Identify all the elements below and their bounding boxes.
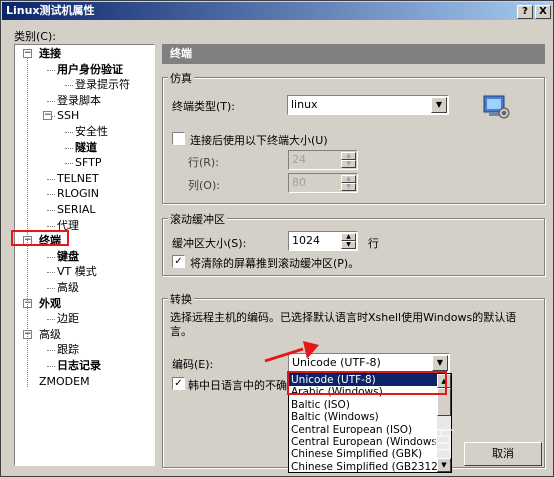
translation-title: 转换 — [168, 291, 194, 307]
window-title: Linux测试机属性 — [6, 4, 95, 17]
rows-value: 24 — [292, 153, 306, 166]
tree-item[interactable]: 安全性 — [75, 125, 108, 139]
tree-item[interactable]: SFTP — [75, 156, 101, 170]
title-bar: Linux测试机属性 ? X — [2, 2, 552, 20]
tree-item[interactable]: SERIAL — [57, 203, 95, 217]
highlight-box-terminal — [11, 230, 69, 246]
tree-item[interactable]: 日志记录 — [57, 359, 101, 373]
rows-label: 行(R): — [188, 156, 219, 169]
cols-spinner[interactable]: 80 ▲ ▼ — [288, 173, 358, 193]
tree-connector — [47, 366, 55, 367]
spin-up-icon[interactable]: ▲ — [341, 152, 356, 160]
tree-connector — [47, 100, 55, 102]
category-tree[interactable]: 连接用户身份验证 登录提示符登录脚本 SSH 安全性隧道 SFTP TELNET RLOGI… — [14, 44, 155, 466]
terminal-type-label: 终端类型(T): — [172, 100, 236, 113]
tree-connector — [47, 194, 55, 196]
tree-connector — [65, 147, 73, 149]
tree-item[interactable]: 登录脚本 — [57, 94, 101, 108]
encoding-label: 编码(E): — [172, 358, 214, 371]
tree-item[interactable]: 外观 — [39, 297, 61, 311]
category-label: 类别(C): — [14, 30, 56, 43]
cancel-button[interactable]: 取消 — [464, 442, 542, 466]
use-size-checkbox[interactable] — [172, 132, 185, 145]
tree-item[interactable]: 用户身份验证 — [57, 63, 123, 77]
panel-header: 终端 — [162, 44, 545, 64]
tree-item[interactable]: TELNET — [57, 172, 99, 186]
scroll-down-icon[interactable]: ▼ — [437, 458, 451, 472]
terminal-type-value: linux — [291, 98, 318, 111]
help-button[interactable]: ? — [517, 5, 533, 19]
translation-desc: 选择远程主机的编码。已选择默认语言时Xshell使用Windows的默认语言。 — [170, 311, 517, 338]
tree-item[interactable]: 连接 — [39, 47, 61, 61]
encoding-option[interactable]: Baltic (ISO) — [289, 399, 451, 411]
spin-down-icon[interactable]: ▼ — [341, 183, 356, 191]
tree-connector — [47, 350, 55, 352]
push-checkbox[interactable]: ✓ — [172, 255, 185, 268]
encoding-option[interactable]: Baltic (Windows) — [289, 411, 451, 423]
tree-item[interactable]: 隧道 — [75, 141, 97, 155]
tree-connector — [47, 225, 55, 227]
tree-connector — [47, 69, 55, 71]
tree-connector — [47, 256, 55, 258]
annotation-arrow — [264, 341, 319, 363]
encoding-option[interactable]: Central European (ISO) — [289, 424, 451, 436]
spin-up-icon[interactable]: ▲ — [341, 175, 356, 183]
buffer-size-value: 1024 — [292, 234, 320, 247]
terminal-settings-icon — [483, 95, 510, 119]
collapse-icon[interactable]: − — [43, 111, 52, 121]
tree-item[interactable]: RLOGIN — [57, 187, 99, 201]
buffer-unit: 行 — [368, 237, 379, 250]
buffer-size-spinner[interactable]: 1024 ▲ ▼ — [288, 231, 358, 251]
tree-item[interactable]: 跟踪 — [57, 343, 79, 357]
use-size-label: 连接后使用以下终端大小(U) — [190, 134, 328, 147]
tree-item[interactable]: VT 模式 — [57, 265, 97, 279]
encoding-option[interactable]: Chinese Simplified (GBK) — [289, 448, 451, 460]
tree-connector — [47, 288, 55, 289]
push-label: 将清除的屏幕推到滚动缓冲区(P)。 — [190, 257, 360, 270]
cols-value: 80 — [292, 176, 306, 189]
tree-item[interactable]: 键盘 — [57, 250, 79, 264]
cols-label: 列(O): — [188, 179, 220, 192]
tree-item[interactable]: SSH — [57, 109, 79, 123]
terminal-type-select[interactable]: linux ▼ — [287, 95, 449, 115]
tree-connector — [47, 319, 55, 321]
watermark: 百 — [429, 427, 456, 457]
tree-connector — [47, 272, 55, 274]
tree-connector — [47, 178, 55, 180]
chevron-down-icon: ▼ — [432, 355, 448, 371]
tree-connector — [27, 57, 28, 387]
spin-down-icon[interactable]: ▼ — [341, 160, 356, 168]
rows-spinner[interactable]: 24 ▲ ▼ — [288, 150, 358, 170]
tree-connector — [65, 163, 73, 165]
tree-connector — [65, 132, 73, 133]
cjk-checkbox[interactable]: ✓ — [172, 377, 185, 390]
tree-item[interactable]: 登录提示符 — [75, 78, 130, 92]
cjk-label: 韩中日语言中的不确 — [188, 379, 287, 392]
spin-up-icon[interactable]: ▲ — [341, 233, 356, 241]
encoding-option[interactable]: Chinese Simplified (GB2312) — [289, 461, 451, 472]
tree-connector — [47, 210, 55, 211]
spin-down-icon[interactable]: ▼ — [341, 241, 356, 249]
tree-item[interactable]: 边距 — [57, 312, 79, 326]
scrollback-title: 滚动缓冲区 — [168, 211, 227, 227]
tree-item[interactable]: ZMODEM — [39, 375, 90, 389]
properties-dialog: Linux测试机属性 ? X 类别(C): 连接 用户身份验证 登录提示符 登录脚本 S… — [0, 0, 554, 477]
encoding-option[interactable]: Central European (Windows) — [289, 436, 451, 448]
highlight-box-utf8 — [287, 371, 447, 395]
chevron-down-icon: ▼ — [431, 97, 447, 113]
tree-item[interactable]: 高级 — [57, 281, 79, 295]
close-button[interactable]: X — [535, 5, 551, 19]
tree-connector — [65, 85, 73, 87]
buffer-size-label: 缓冲区大小(S): — [172, 237, 247, 250]
tree-item[interactable]: 高级 — [39, 328, 61, 342]
emulation-title: 仿真 — [168, 70, 194, 86]
